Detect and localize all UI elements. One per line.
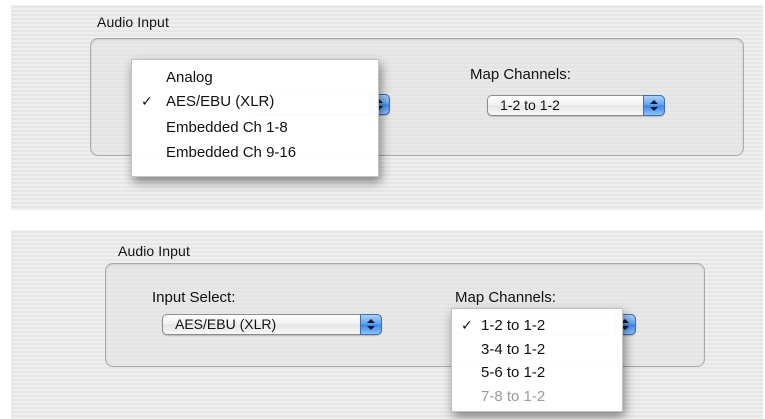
bottom-input-select-stepper[interactable]: [360, 314, 382, 335]
top-map-channels-label: Map Channels:: [470, 66, 571, 83]
checkmark-icon: ✓: [141, 93, 153, 109]
top-map-channels-popup[interactable]: 1-2 to 1-2: [487, 95, 665, 116]
screenshot-stage: Audio Input Map Channels: 1-2 to 1-2 Ana…: [0, 0, 765, 419]
bottom-input-select-value: AES/EBU (XLR): [175, 316, 277, 332]
arrow-down-icon: [650, 107, 658, 111]
arrow-up-icon: [650, 100, 658, 104]
arrow-down-icon: [367, 326, 375, 330]
checkmark-icon: ✓: [461, 317, 473, 333]
top-map-channels-stepper[interactable]: [643, 95, 665, 116]
top-input-select-menu: Analog ✓ AES/EBU (XLR) Embedded Ch 1-8 E…: [131, 59, 379, 177]
top-group-title: Audio Input: [97, 14, 169, 30]
arrow-up-icon: [367, 319, 375, 323]
menu-item-3-4-to-1-2[interactable]: 3-4 to 1-2: [452, 341, 622, 361]
bottom-input-select-popup[interactable]: AES/EBU (XLR): [162, 314, 382, 335]
menu-item-embedded-9-16[interactable]: Embedded Ch 9-16: [132, 144, 378, 166]
bottom-map-channels-menu: ✓ 1-2 to 1-2 3-4 to 1-2 5-6 to 1-2 7-8 t…: [451, 308, 623, 412]
menu-item-analog[interactable]: Analog: [132, 69, 378, 91]
top-map-channels-value: 1-2 to 1-2: [500, 97, 560, 113]
bottom-input-select-label: Input Select:: [152, 289, 236, 306]
menu-item-7-8-to-1-2: 7-8 to 1-2: [481, 388, 546, 405]
bottom-group-title: Audio Input: [118, 243, 190, 259]
menu-item-embedded-1-8[interactable]: Embedded Ch 1-8: [132, 119, 378, 141]
bottom-map-channels-label: Map Channels:: [455, 289, 556, 306]
menu-item-1-2-to-1-2[interactable]: ✓ 1-2 to 1-2: [452, 317, 622, 337]
menu-item-aes-ebu[interactable]: ✓ AES/EBU (XLR): [132, 93, 378, 115]
menu-item-5-6-to-1-2[interactable]: 5-6 to 1-2: [452, 364, 622, 384]
